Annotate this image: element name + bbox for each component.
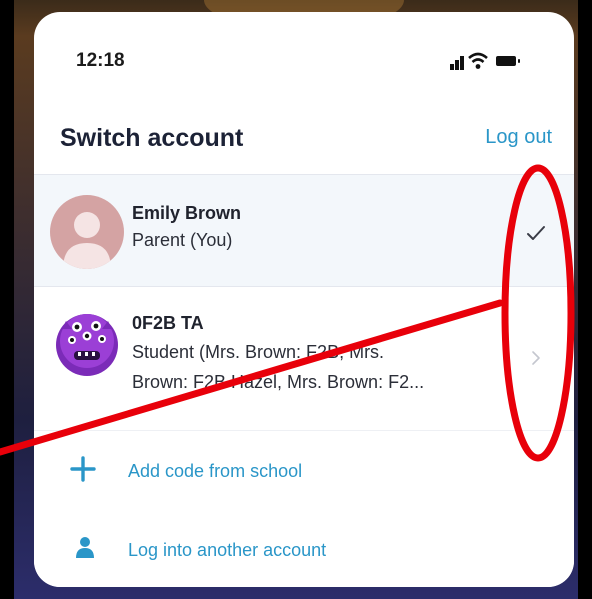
battery-icon (496, 56, 516, 66)
person-silhouette-icon (63, 212, 111, 269)
page-title: Switch account (60, 124, 244, 152)
status-icons (450, 52, 550, 70)
status-bar: 12:18 (34, 12, 574, 108)
screenshot-frame-left (0, 0, 14, 599)
status-time: 12:18 (76, 50, 125, 71)
account-role-line-1: Student (Mrs. Brown: F2B, Mrs. (132, 342, 385, 362)
chevron-right-icon (532, 351, 540, 365)
add-code-label: Add code from school (128, 461, 303, 481)
screenshot-frame-right (578, 0, 592, 599)
log-into-another-account-label: Log into another account (128, 540, 327, 560)
account-name: 0F2B TA (132, 313, 204, 333)
avatar (50, 195, 124, 269)
account-name: Emily Brown (132, 203, 242, 223)
account-role: Student (Mrs. Brown: F2B, Mrs. Brown: F2… (132, 337, 512, 407)
plus-icon (70, 456, 96, 482)
monster-avatar-icon (56, 314, 118, 376)
account-row-student[interactable]: 0F2B TA Student (Mrs. Brown: F2B, Mrs. B… (34, 286, 574, 431)
add-code-from-school-button[interactable]: Add code from school (34, 430, 574, 511)
log-into-another-account-button[interactable]: Log into another account (34, 510, 574, 587)
switch-account-sheet: 12:18 Switch account Log out Emily Brown… (34, 12, 574, 587)
battery-tip (518, 59, 520, 63)
account-row-parent[interactable]: Emily Brown Parent (You) (34, 174, 574, 287)
account-role-line-2: Brown: F2B Hazel, Mrs. Brown: F2... (132, 372, 425, 392)
checkmark-icon (527, 226, 545, 240)
account-role: Parent (You) (132, 230, 233, 250)
person-icon (76, 537, 94, 558)
wifi-icon (468, 52, 488, 69)
logout-button[interactable]: Log out (485, 126, 552, 149)
avatar (52, 307, 122, 377)
signal-icon (450, 52, 466, 70)
